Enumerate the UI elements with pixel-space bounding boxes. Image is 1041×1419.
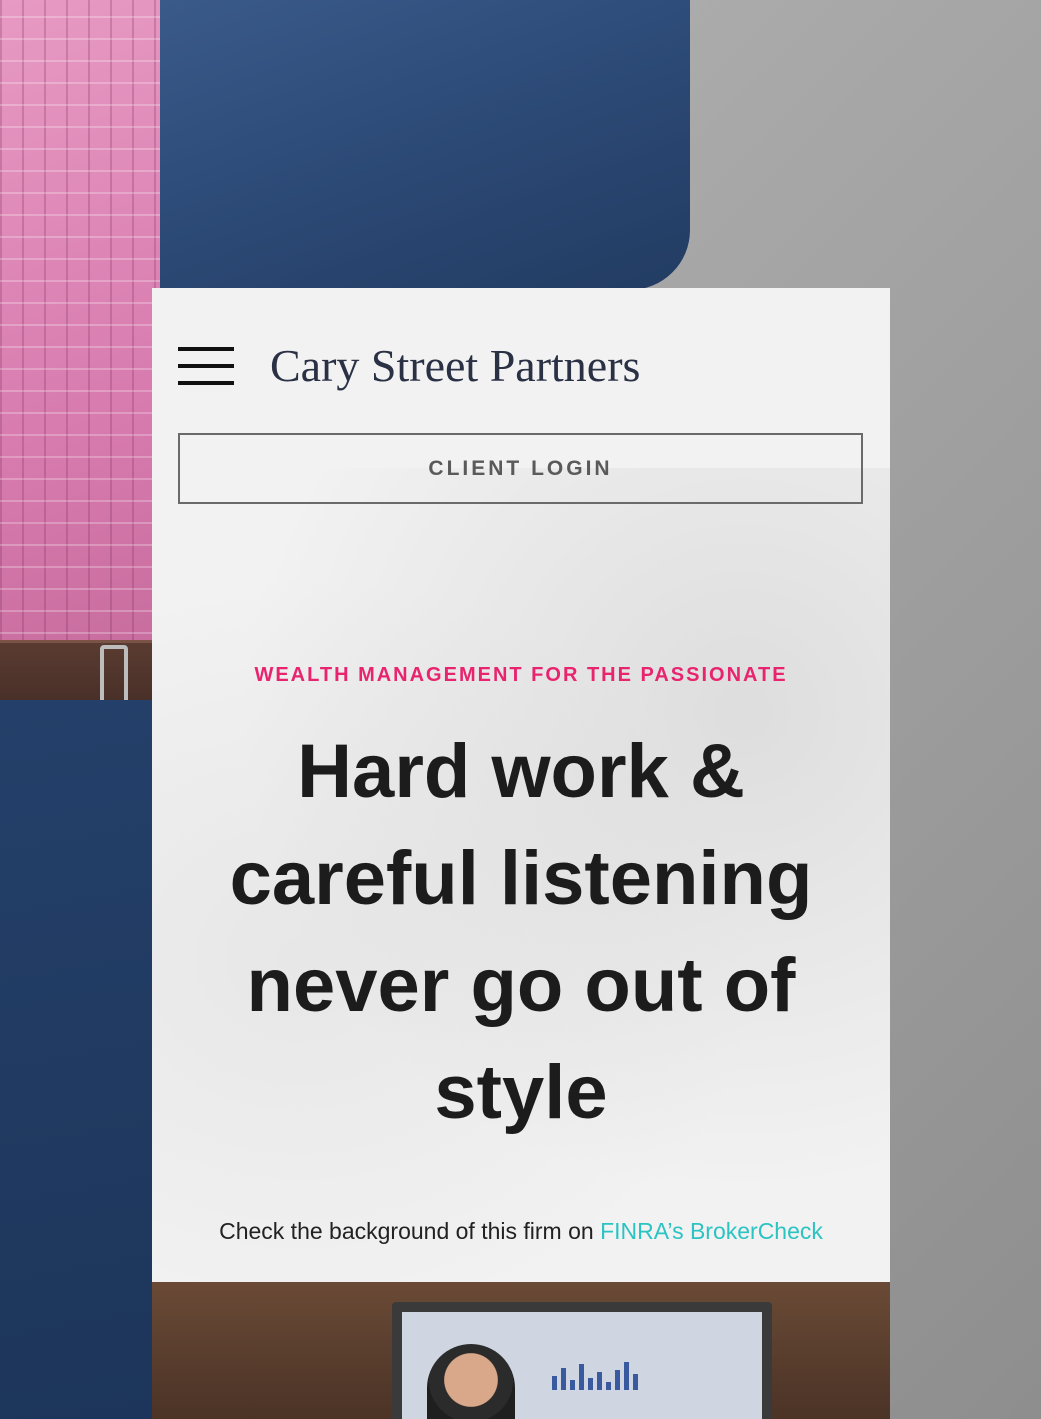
- background-photo-trousers: [0, 700, 152, 1419]
- background-photo-jacket: [160, 0, 690, 290]
- site-header: Cary Street Partners: [178, 338, 868, 394]
- office-screen-chart-image: [552, 1362, 638, 1390]
- brokercheck-disclosure: Check the background of this firm on FIN…: [152, 1218, 890, 1245]
- brokercheck-prefix: Check the background of this firm on: [219, 1218, 601, 1244]
- hero-headline: Hard work & careful listening never go o…: [229, 729, 813, 1135]
- hero-card: Cary Street Partners CLIENT LOGIN WEALTH…: [152, 288, 890, 1282]
- page-viewport: Cary Street Partners CLIENT LOGIN WEALTH…: [0, 0, 1041, 1419]
- menu-line: [178, 347, 234, 351]
- brand-logo[interactable]: Cary Street Partners: [270, 343, 640, 389]
- menu-line: [178, 364, 234, 368]
- menu-line: [178, 381, 234, 385]
- client-login-button[interactable]: CLIENT LOGIN: [178, 433, 863, 504]
- hero-eyebrow: WEALTH MANAGEMENT FOR THE PASSIONATE: [254, 664, 788, 686]
- office-photo: [152, 1282, 890, 1419]
- brokercheck-link[interactable]: FINRA’s BrokerCheck: [600, 1218, 823, 1244]
- hamburger-menu-icon[interactable]: [178, 347, 234, 385]
